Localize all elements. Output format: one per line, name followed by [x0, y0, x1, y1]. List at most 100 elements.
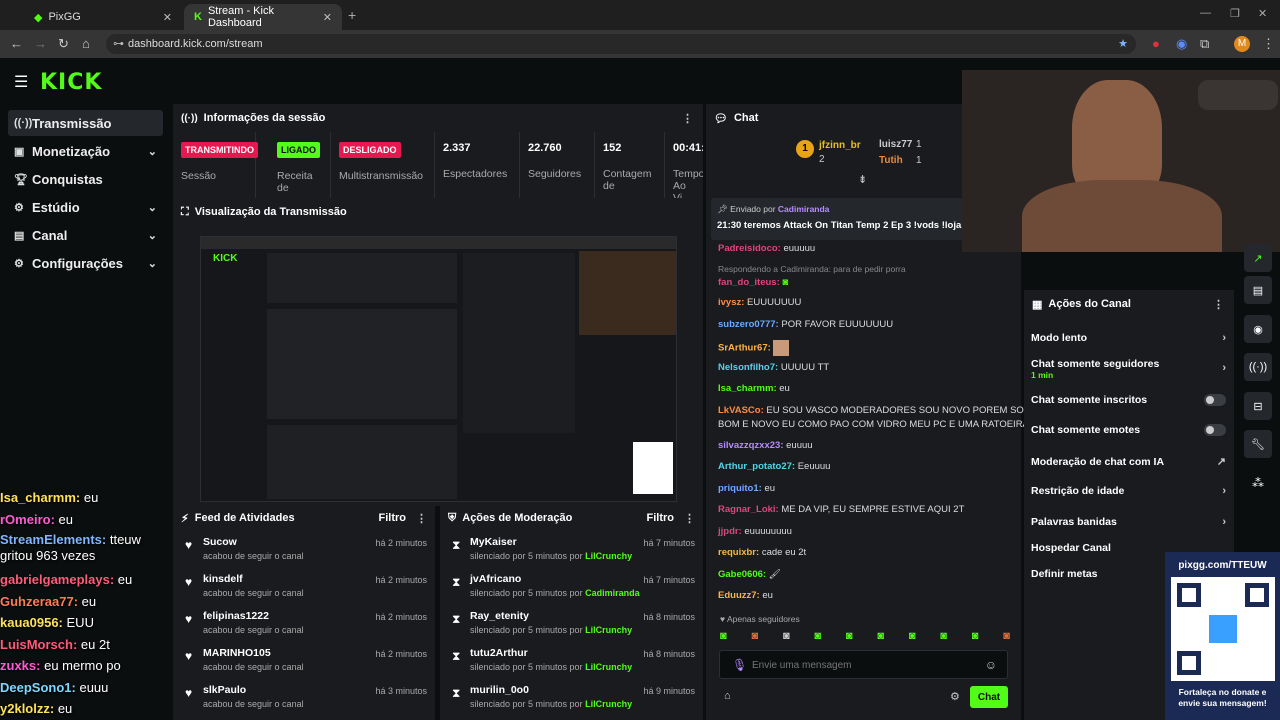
- expand-leaderboard-icon[interactable]: ⇟: [858, 173, 867, 186]
- sidebar-item-conquistas[interactable]: 🏆︎ Conquistas: [8, 166, 163, 192]
- more-options-icon[interactable]: ⋮: [416, 512, 427, 525]
- emote-icon[interactable]: ◙: [972, 630, 979, 644]
- extension-icon[interactable]: ●: [1152, 36, 1160, 51]
- sidebar-item-canal[interactable]: ▤ Canal ⌄: [8, 222, 163, 248]
- filter-button[interactable]: Filtro: [647, 512, 675, 524]
- chat-username[interactable]: Ragnar_Loki:: [718, 504, 779, 515]
- emote-icon[interactable]: ◙: [877, 630, 884, 644]
- emote-icon[interactable]: ◙: [909, 630, 916, 644]
- chat-username[interactable]: requixbr:: [718, 547, 759, 558]
- new-tab-icon[interactable]: +: [348, 7, 356, 23]
- sidebar-item-configuracoes[interactable]: ⚙ Configurações ⌄: [8, 250, 163, 276]
- feed-item-name[interactable]: MARINHO105: [203, 647, 375, 659]
- sidebar-item-transmissao[interactable]: ((·)) Transmissão: [8, 110, 163, 136]
- leader-name[interactable]: Tutih: [879, 155, 903, 166]
- emote-icon[interactable]: ◙: [1003, 630, 1010, 644]
- moderation-user[interactable]: jvAfricano: [470, 573, 643, 585]
- home-icon[interactable]: ⌂: [82, 36, 90, 51]
- extension-audio-icon[interactable]: ◉: [1176, 36, 1187, 52]
- action-emotes-only[interactable]: Chat somente emotes: [1031, 424, 1226, 436]
- chat-username[interactable]: priquito1:: [718, 483, 762, 494]
- hamburger-menu-icon[interactable]: ☰: [14, 72, 28, 92]
- chat-username[interactable]: Nelsonfilho7:: [718, 362, 778, 373]
- feed-item-name[interactable]: felipinas1222: [203, 610, 375, 622]
- feed-item-name[interactable]: slkPaulo: [203, 684, 375, 696]
- chat-username[interactable]: Isa_charmm:: [718, 383, 777, 394]
- feed-item-name[interactable]: kinsdelf: [203, 573, 375, 585]
- moderation-user[interactable]: tutu2Arthur: [470, 647, 643, 659]
- chat-username[interactable]: SrArthur67:: [718, 343, 771, 354]
- gift-icon[interactable]: ⌂: [724, 690, 731, 702]
- more-options-icon[interactable]: ⋮: [1213, 298, 1224, 311]
- leader-name[interactable]: luisz77: [879, 139, 912, 150]
- chat-input[interactable]: 🎙︎ ☺: [719, 650, 1008, 679]
- moderation-user[interactable]: MyKaiser: [470, 536, 643, 548]
- address-input[interactable]: ⊶ dashboard.kick.com/stream ★: [106, 34, 1136, 54]
- chat-username[interactable]: Eduuzz7:: [718, 590, 760, 601]
- chat-username[interactable]: Arthur_potato27:: [718, 461, 795, 472]
- kick-logo[interactable]: KICK: [40, 70, 102, 95]
- toolbar-button[interactable]: ⊟: [1244, 392, 1272, 420]
- mic-icon[interactable]: 🎙︎: [732, 658, 747, 672]
- tab-kick-dashboard[interactable]: K Stream - Kick Dashboard ✕: [184, 4, 342, 30]
- feed-item-name[interactable]: Sucow: [203, 536, 375, 548]
- close-tab-icon[interactable]: ✕: [323, 11, 332, 24]
- moderator-name[interactable]: LilCrunchy: [585, 551, 632, 561]
- site-info-icon[interactable]: ⊶: [113, 34, 124, 54]
- chat-username[interactable]: subzero0777:: [718, 319, 779, 330]
- send-chat-button[interactable]: Chat: [970, 686, 1008, 708]
- action-age-restriction[interactable]: Restrição de idade ›: [1031, 485, 1226, 497]
- bookmark-star-icon[interactable]: ★: [1118, 34, 1128, 54]
- back-icon[interactable]: ←: [10, 36, 23, 51]
- toolbar-button[interactable]: ((·)): [1244, 353, 1272, 381]
- action-followers-only[interactable]: Chat somente seguidores 1 min ›: [1031, 358, 1226, 380]
- action-subscribers-only[interactable]: Chat somente inscritos: [1031, 394, 1226, 406]
- moderator-name[interactable]: LilCrunchy: [585, 662, 632, 672]
- more-tools-icon[interactable]: ⁂: [1252, 476, 1264, 490]
- close-tab-icon[interactable]: ✕: [163, 11, 172, 24]
- chat-username[interactable]: fan_do_iteus:: [718, 277, 780, 288]
- reload-icon[interactable]: ↻: [58, 36, 69, 52]
- profile-avatar[interactable]: M: [1234, 36, 1250, 52]
- sidebar-item-estudio[interactable]: ⚙ Estúdio ⌄: [8, 194, 163, 220]
- extensions-icon[interactable]: ⧉: [1200, 36, 1209, 52]
- toolbar-button[interactable]: ◉: [1244, 315, 1272, 343]
- action-banned-words[interactable]: Palavras banidas ›: [1031, 516, 1226, 528]
- filter-button[interactable]: Filtro: [379, 512, 407, 524]
- toolbar-button[interactable]: 🔧︎: [1244, 430, 1272, 458]
- emote-icon[interactable]: ◙: [751, 630, 758, 644]
- close-window-icon[interactable]: ✕: [1258, 7, 1267, 20]
- chat-username[interactable]: Padreisidoco:: [718, 243, 781, 254]
- moderation-user[interactable]: Ray_etenity: [470, 610, 643, 622]
- browser-menu-icon[interactable]: ⋮: [1262, 36, 1275, 52]
- emote-icon[interactable]: ◙: [783, 630, 790, 644]
- chat-username[interactable]: LkVASCo:: [718, 405, 764, 416]
- chat-username[interactable]: silvazzqzxx23:: [718, 440, 783, 451]
- minimize-icon[interactable]: —: [1200, 7, 1211, 19]
- leader-name[interactable]: jfzinn_br: [819, 140, 861, 151]
- toggle-switch[interactable]: [1204, 394, 1226, 406]
- emote-icon[interactable]: ◙: [940, 630, 947, 644]
- emote-icon[interactable]: ◙: [846, 630, 853, 644]
- more-options-icon[interactable]: ⋮: [682, 112, 693, 125]
- chat-username[interactable]: jjpdr:: [718, 526, 742, 537]
- more-options-icon[interactable]: ⋮: [684, 512, 695, 525]
- tab-pixgg[interactable]: ◆ PixGG ✕: [24, 4, 182, 30]
- pinned-by-user[interactable]: Cadimiranda: [778, 204, 830, 214]
- action-ai-moderation[interactable]: Moderação de chat com IA ↗: [1031, 455, 1226, 469]
- maximize-icon[interactable]: ❐: [1230, 7, 1240, 20]
- moderator-name[interactable]: Cadimiranda: [585, 588, 640, 598]
- moderator-name[interactable]: LilCrunchy: [585, 699, 632, 709]
- toggle-switch[interactable]: [1204, 424, 1226, 436]
- chat-message-input[interactable]: [752, 655, 972, 675]
- emote-icon[interactable]: ◙: [720, 630, 727, 644]
- emoji-icon[interactable]: ☺: [985, 658, 997, 672]
- action-slow-mode[interactable]: Modo lento ›: [1031, 332, 1226, 344]
- moderator-name[interactable]: LilCrunchy: [585, 625, 632, 635]
- chat-username[interactable]: ivysz:: [718, 297, 744, 308]
- chat-username[interactable]: Gabe0606:: [718, 569, 766, 580]
- chat-settings-icon[interactable]: ⚙: [950, 690, 960, 703]
- toolbar-button[interactable]: ▤: [1244, 276, 1272, 304]
- toolbar-button[interactable]: ↗: [1244, 244, 1272, 272]
- forward-icon[interactable]: →: [34, 36, 47, 51]
